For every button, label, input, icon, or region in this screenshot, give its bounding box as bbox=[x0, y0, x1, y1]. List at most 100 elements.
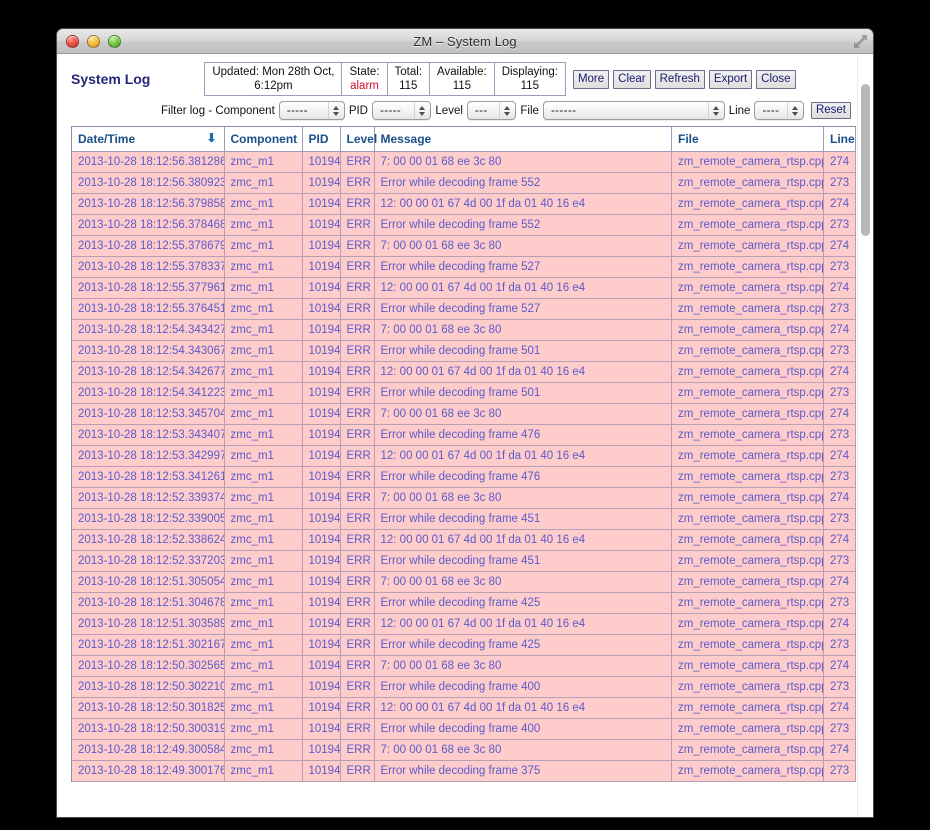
cell-line: 274 bbox=[823, 739, 856, 761]
cell-message: Error while decoding frame 552 bbox=[374, 172, 672, 194]
cell-file: zm_remote_camera_rtsp.cpp bbox=[671, 235, 824, 257]
column-header-datetime[interactable]: Date/Time ⬇ bbox=[72, 127, 225, 152]
table-row[interactable]: 2013-10-28 18:12:50.301825 zmc_m1 10194 ERR… bbox=[72, 697, 856, 719]
column-header-message[interactable]: Message bbox=[374, 127, 672, 152]
cell-component: zmc_m1 bbox=[224, 592, 303, 614]
cell-file: zm_remote_camera_rtsp.cpp bbox=[671, 634, 824, 656]
column-header-line[interactable]: Line bbox=[823, 127, 856, 152]
more-button[interactable]: More bbox=[572, 69, 610, 89]
table-row[interactable]: 2013-10-28 18:12:56.379858 zmc_m1 10194 ERR… bbox=[72, 193, 856, 215]
table-row[interactable]: 2013-10-28 18:12:52.339374 zmc_m1 10194 ERR… bbox=[72, 487, 856, 509]
resize-corner-icon[interactable] bbox=[852, 33, 869, 50]
close-icon[interactable] bbox=[66, 35, 79, 48]
cell-pid: 10194 bbox=[302, 529, 341, 551]
table-row[interactable]: 2013-10-28 18:12:51.302167 zmc_m1 10194 ERR… bbox=[72, 634, 856, 656]
reset-button[interactable]: Reset bbox=[810, 102, 851, 119]
cell-line: 273 bbox=[823, 760, 856, 782]
cell-datetime: 2013-10-28 18:12:50.300319 bbox=[72, 718, 225, 740]
cell-message: 7: 00 00 01 68 ee 3c 80 bbox=[374, 655, 672, 677]
cell-component: zmc_m1 bbox=[224, 571, 303, 593]
table-row[interactable]: 2013-10-28 18:12:55.378679 zmc_m1 10194 ERR… bbox=[72, 235, 856, 257]
table-row[interactable]: 2013-10-28 18:12:55.378337 zmc_m1 10194 ERR… bbox=[72, 256, 856, 278]
refresh-button[interactable]: Refresh bbox=[654, 69, 705, 89]
table-row[interactable]: 2013-10-28 18:12:56.381286 zmc_m1 10194 ERR… bbox=[72, 151, 856, 173]
status-displaying-label: Displaying: bbox=[501, 66, 558, 78]
table-row[interactable]: 2013-10-28 18:12:50.302565 zmc_m1 10194 ERR… bbox=[72, 655, 856, 677]
cell-line: 274 bbox=[823, 529, 856, 551]
status-state-value: alarm bbox=[350, 80, 379, 92]
filter-level-select[interactable]: --- bbox=[466, 101, 517, 120]
filter-file-select[interactable]: ------ bbox=[542, 101, 725, 120]
table-row[interactable]: 2013-10-28 18:12:52.337203 zmc_m1 10194 ERR… bbox=[72, 550, 856, 572]
cell-file: zm_remote_camera_rtsp.cpp bbox=[671, 319, 824, 341]
page-content: System Log Updated: Mon 28th Oct, 6:12pm… bbox=[57, 54, 857, 817]
filter-pid-select[interactable]: ----- bbox=[371, 101, 432, 120]
cell-level: ERR bbox=[340, 445, 375, 467]
cell-pid: 10194 bbox=[302, 256, 341, 278]
cell-datetime: 2013-10-28 18:12:49.300176 bbox=[72, 760, 225, 782]
table-row[interactable]: 2013-10-28 18:12:53.345704 zmc_m1 10194 ERR… bbox=[72, 403, 856, 425]
clear-button[interactable]: Clear bbox=[613, 69, 651, 89]
page-scrollbar-thumb[interactable] bbox=[861, 84, 870, 236]
table-row[interactable]: 2013-10-28 18:12:56.380923 zmc_m1 10194 ERR… bbox=[72, 172, 856, 194]
cell-datetime: 2013-10-28 18:12:52.337203 bbox=[72, 550, 225, 572]
cell-message: Error while decoding frame 527 bbox=[374, 298, 672, 320]
cell-component: zmc_m1 bbox=[224, 697, 303, 719]
filter-file-label: File bbox=[520, 104, 539, 117]
table-row[interactable]: 2013-10-28 18:12:49.300584 zmc_m1 10194 ERR… bbox=[72, 739, 856, 761]
table-row[interactable]: 2013-10-28 18:12:50.302210 zmc_m1 10194 ERR… bbox=[72, 676, 856, 698]
cell-message: 7: 00 00 01 68 ee 3c 80 bbox=[374, 235, 672, 257]
window-titlebar: ZM – System Log bbox=[57, 29, 873, 54]
table-row[interactable]: 2013-10-28 18:12:55.377961 zmc_m1 10194 ERR… bbox=[72, 277, 856, 299]
table-row[interactable]: 2013-10-28 18:12:52.338624 zmc_m1 10194 ERR… bbox=[72, 529, 856, 551]
cell-file: zm_remote_camera_rtsp.cpp bbox=[671, 298, 824, 320]
table-row[interactable]: 2013-10-28 18:12:54.341223 zmc_m1 10194 ERR… bbox=[72, 382, 856, 404]
cell-level: ERR bbox=[340, 508, 375, 530]
filter-pid-value: ----- bbox=[379, 104, 402, 117]
zoom-icon[interactable] bbox=[108, 35, 121, 48]
table-row[interactable]: 2013-10-28 18:12:54.343427 zmc_m1 10194 ERR… bbox=[72, 319, 856, 341]
column-header-component[interactable]: Component bbox=[224, 127, 303, 152]
table-row[interactable]: 2013-10-28 18:12:51.305054 zmc_m1 10194 ERR… bbox=[72, 571, 856, 593]
desktop-background: ZM – System Log System Log Updated: Mon … bbox=[0, 0, 930, 830]
table-row[interactable]: 2013-10-28 18:12:51.303589 zmc_m1 10194 ERR… bbox=[72, 613, 856, 635]
filter-line-label: Line bbox=[728, 104, 751, 117]
cell-file: zm_remote_camera_rtsp.cpp bbox=[671, 256, 824, 278]
close-button[interactable]: Close bbox=[756, 69, 796, 89]
cell-level: ERR bbox=[340, 172, 375, 194]
cell-component: zmc_m1 bbox=[224, 361, 303, 383]
page-body: System Log Updated: Mon 28th Oct, 6:12pm… bbox=[57, 54, 873, 817]
table-row[interactable]: 2013-10-28 18:12:53.342997 zmc_m1 10194 ERR… bbox=[72, 445, 856, 467]
cell-level: ERR bbox=[340, 319, 375, 341]
cell-pid: 10194 bbox=[302, 487, 341, 509]
cell-datetime: 2013-10-28 18:12:50.302565 bbox=[72, 655, 225, 677]
table-row[interactable]: 2013-10-28 18:12:49.300176 zmc_m1 10194 ERR… bbox=[72, 760, 856, 782]
table-row[interactable]: 2013-10-28 18:12:53.341261 zmc_m1 10194 ERR… bbox=[72, 466, 856, 488]
cell-line: 273 bbox=[823, 340, 856, 362]
column-header-file[interactable]: File bbox=[671, 127, 824, 152]
cell-pid: 10194 bbox=[302, 172, 341, 194]
column-header-pid[interactable]: PID bbox=[302, 127, 341, 152]
cell-pid: 10194 bbox=[302, 655, 341, 677]
cell-line: 274 bbox=[823, 193, 856, 215]
table-row[interactable]: 2013-10-28 18:12:50.300319 zmc_m1 10194 ERR… bbox=[72, 718, 856, 740]
table-row[interactable]: 2013-10-28 18:12:51.304678 zmc_m1 10194 ERR… bbox=[72, 592, 856, 614]
table-row[interactable]: 2013-10-28 18:12:54.343067 zmc_m1 10194 ERR… bbox=[72, 340, 856, 362]
column-header-level[interactable]: Level bbox=[340, 127, 377, 152]
sort-descending-icon[interactable]: ⬇ bbox=[206, 132, 216, 144]
cell-message: Error while decoding frame 476 bbox=[374, 424, 672, 446]
filter-component-select[interactable]: ----- bbox=[278, 101, 345, 120]
table-row[interactable]: 2013-10-28 18:12:55.376451 zmc_m1 10194 ERR… bbox=[72, 298, 856, 320]
table-row[interactable]: 2013-10-28 18:12:52.339005 zmc_m1 10194 ERR… bbox=[72, 508, 856, 530]
cell-message: 12: 00 00 01 67 4d 00 1f da 01 40 16 e4 bbox=[374, 361, 672, 383]
filter-level-label: Level bbox=[435, 104, 463, 117]
minimize-icon[interactable] bbox=[87, 35, 100, 48]
table-row[interactable]: 2013-10-28 18:12:54.342677 zmc_m1 10194 ERR… bbox=[72, 361, 856, 383]
cell-message: 7: 00 00 01 68 ee 3c 80 bbox=[374, 739, 672, 761]
cell-file: zm_remote_camera_rtsp.cpp bbox=[671, 655, 824, 677]
export-button[interactable]: Export bbox=[708, 69, 753, 89]
table-row[interactable]: 2013-10-28 18:12:53.343407 zmc_m1 10194 ERR… bbox=[72, 424, 856, 446]
table-row[interactable]: 2013-10-28 18:12:56.378468 zmc_m1 10194 ERR… bbox=[72, 214, 856, 236]
page-scrollbar[interactable] bbox=[857, 54, 872, 817]
filter-line-select[interactable]: ---- bbox=[754, 101, 804, 120]
